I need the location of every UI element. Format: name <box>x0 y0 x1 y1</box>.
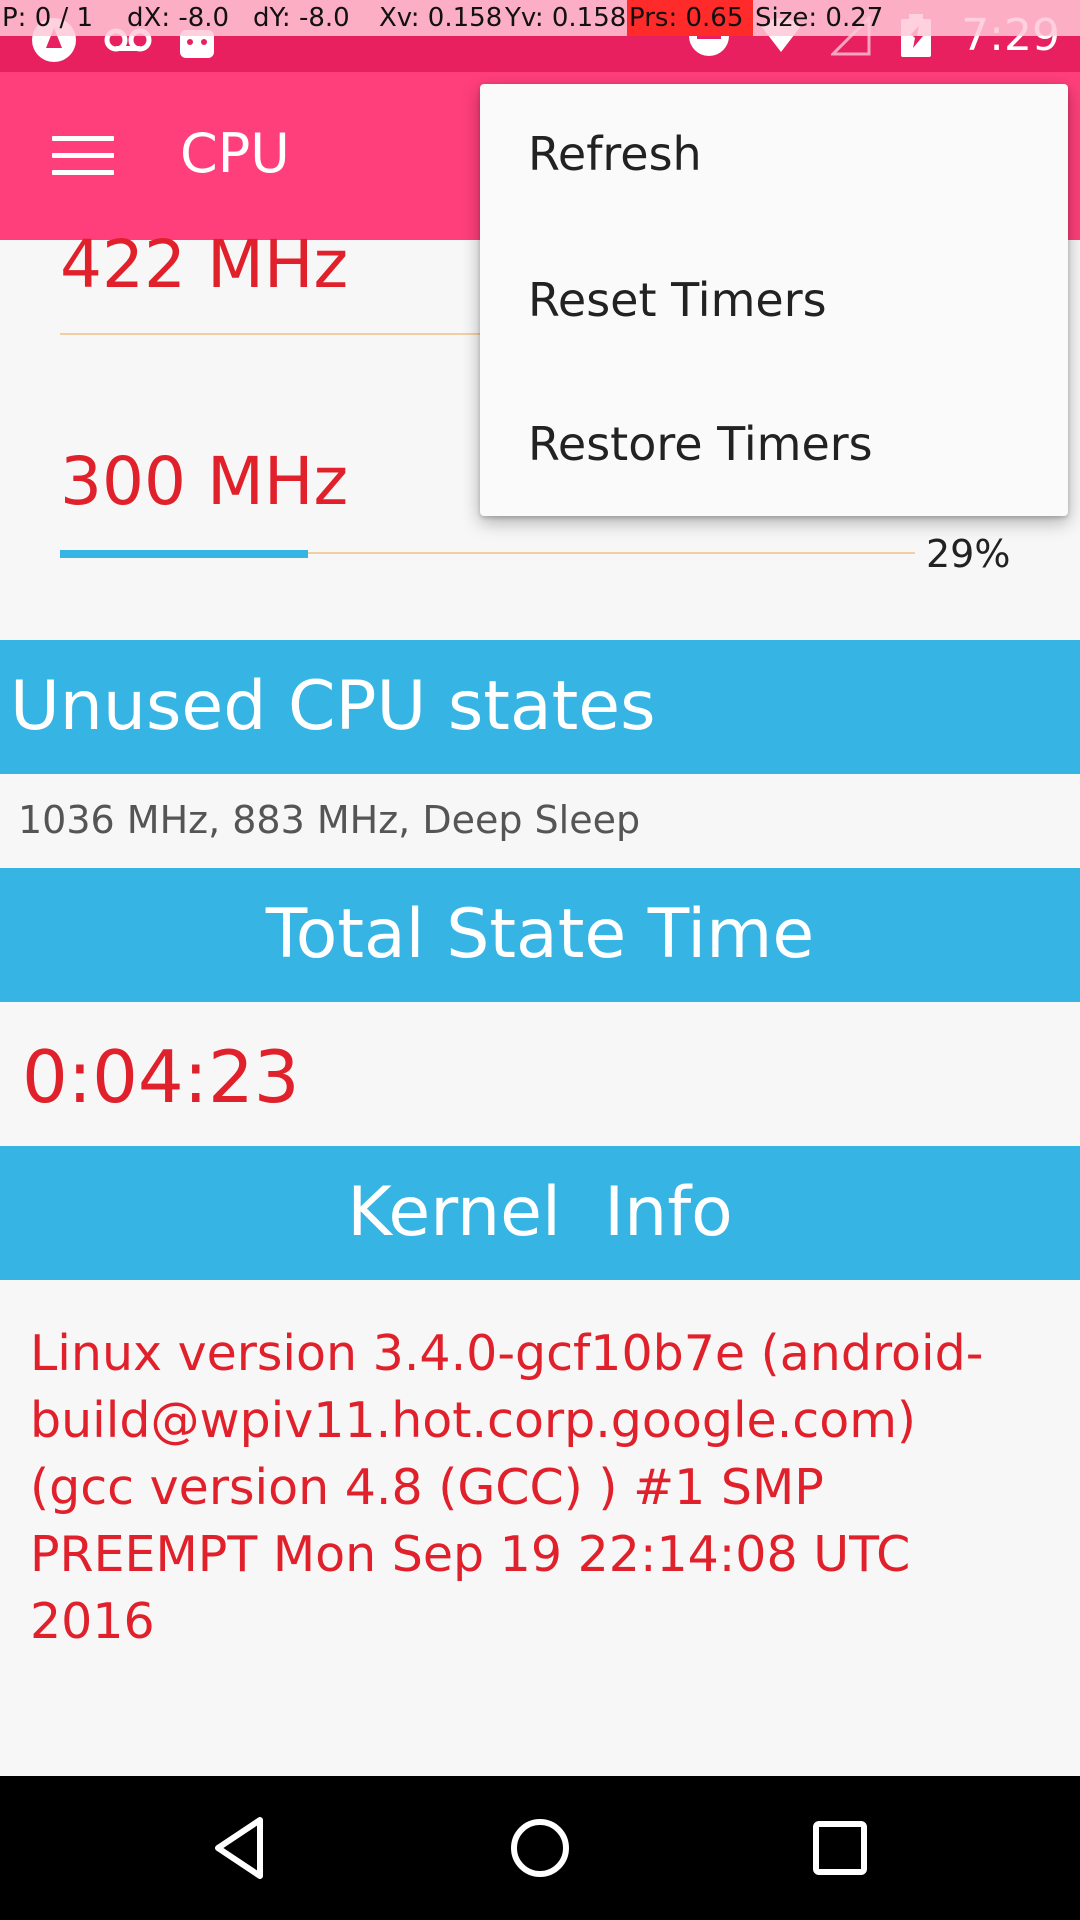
unused-states-list: 1036 MHz, 883 MHz, Deep Sleep <box>18 798 641 842</box>
pointer-dx: dX: -8.0 <box>127 3 230 33</box>
cpu-state-percent: 29% <box>926 532 1011 576</box>
overflow-menu: Refresh Reset Timers Restore Timers <box>480 84 1068 516</box>
menu-item-refresh[interactable]: Refresh <box>480 84 1068 228</box>
pointer-dy: dY: -8.0 <box>253 3 350 33</box>
recents-icon[interactable] <box>800 1808 880 1888</box>
kernel-info-text: Linux version 3.4.0-gcf10b7e (android-bu… <box>30 1325 984 1650</box>
kernel-info-header: Kernel Info <box>0 1146 1080 1280</box>
cpu-state-frequency: 422 MHz <box>60 226 349 303</box>
pointer-count: P: 0 / 1 <box>2 3 94 33</box>
total-state-time-header: Total State Time <box>0 868 1080 1002</box>
menu-item-restore-timers[interactable]: Restore Timers <box>480 372 1068 516</box>
pointer-location-overlay: P: 0 / 1 dX: -8.0 dY: -8.0 Xv: 0.158 Yv:… <box>0 0 1080 36</box>
cpu-state-progress-bar <box>60 550 308 558</box>
unused-states-header: Unused CPU states <box>0 640 1080 774</box>
pointer-size: Size: 0.27 <box>755 3 884 33</box>
total-state-time-value: 0:04:23 <box>22 1035 300 1119</box>
pointer-pressure: Prs: 0.65 <box>627 0 753 36</box>
menu-item-reset-timers[interactable]: Reset Timers <box>480 228 1068 372</box>
pointer-xv: Xv: 0.158 <box>379 3 503 33</box>
home-icon[interactable] <box>500 1808 580 1888</box>
cpu-state-frequency: 300 MHz <box>60 443 349 520</box>
hamburger-menu-icon[interactable] <box>52 136 114 176</box>
page-title: CPU <box>180 122 290 185</box>
pointer-yv: Yv: 0.158 <box>505 3 627 33</box>
navigation-bar <box>0 1776 1080 1920</box>
back-icon[interactable] <box>200 1808 280 1888</box>
